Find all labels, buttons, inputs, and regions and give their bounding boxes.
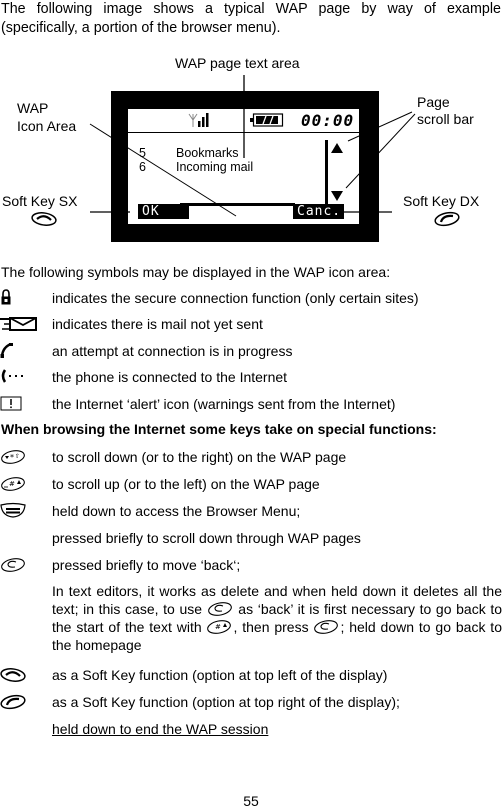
- c-key-paragraph: In text editors, it works as delete and …: [52, 582, 502, 654]
- key-text: pressed briefly to move ‘back‘;: [52, 557, 241, 573]
- key-row: pressed briefly to move ‘back‘;: [0, 556, 502, 576]
- key-row: # to scroll up (or to the left) on the W…: [0, 475, 502, 495]
- symbol-row: indicates the secure connection function…: [0, 289, 502, 309]
- symbol-row: the phone is connected to the Internet: [0, 368, 502, 388]
- symbol-row: indicates there is mail not yet sent: [0, 315, 502, 335]
- key-row: held down to access the Browser Menu;: [0, 502, 502, 522]
- symbol-text: indicates the secure connection function…: [52, 290, 419, 306]
- key-text: held down to access the Browser Menu;: [52, 503, 301, 519]
- soft-key-right-icon: [0, 694, 26, 710]
- hash-key-icon: #: [1, 477, 25, 491]
- soft-key-row: as a Soft Key function (option at top le…: [0, 666, 502, 686]
- symbol-text: an attempt at connection is in progress: [52, 343, 293, 359]
- symbols-heading: The following symbols may be displayed i…: [1, 264, 391, 280]
- c-key-inline-icon: [207, 602, 232, 616]
- key-row: * ⇧ to scroll down (or to the right) on …: [0, 448, 502, 468]
- soft-key-text-underlined: held down to end the WAP session: [52, 721, 269, 737]
- hash-key-inline-icon: #: [207, 620, 232, 634]
- unsent-mail-icon: [0, 317, 37, 331]
- c-key-inline-icon: [314, 620, 339, 634]
- soft-key-left-icon: [0, 668, 26, 682]
- svg-text:⇧: ⇧: [15, 453, 20, 460]
- c-key-para-part3: , then press: [233, 619, 314, 635]
- menu-key-icon: [0, 502, 26, 518]
- key-text: pressed briefly to scroll down through W…: [52, 530, 361, 546]
- star-key-icon: * ⇧: [1, 450, 25, 464]
- c-key-icon: [1, 558, 25, 572]
- svg-text:#: #: [215, 623, 221, 631]
- handset-icon: [0, 342, 13, 358]
- key-row-continued: pressed briefly to scroll down through W…: [0, 529, 502, 549]
- key-text: to scroll up (or to the left) on the WAP…: [52, 476, 320, 492]
- symbol-row: the Internet ‘alert’ icon (warnings sent…: [0, 395, 502, 415]
- svg-text:#: #: [9, 480, 15, 488]
- symbol-text: indicates there is mail not yet sent: [52, 316, 263, 332]
- alert-icon: [0, 396, 22, 411]
- symbol-row: an attempt at connection is in progress: [0, 342, 502, 362]
- keys-heading: When browsing the Internet some keys tak…: [1, 421, 437, 437]
- page-number: 55: [243, 793, 259, 809]
- soft-key-row: as a Soft Key function (option at top ri…: [0, 693, 502, 713]
- symbol-text: the Internet ‘alert’ icon (warnings sent…: [52, 396, 396, 412]
- symbol-text: the phone is connected to the Internet: [52, 369, 288, 385]
- lock-icon: [1, 289, 11, 305]
- soft-key-text: as a Soft Key function (option at top ri…: [52, 694, 400, 710]
- soft-key-row-continued: held down to end the WAP session: [0, 720, 502, 740]
- callout-lines: [89, 75, 416, 217]
- key-text: to scroll down (or to the right) on the …: [52, 449, 347, 465]
- connected-icon: [1, 369, 23, 383]
- soft-key-text: as a Soft Key function (option at top le…: [52, 667, 388, 683]
- svg-text:*: *: [10, 453, 14, 462]
